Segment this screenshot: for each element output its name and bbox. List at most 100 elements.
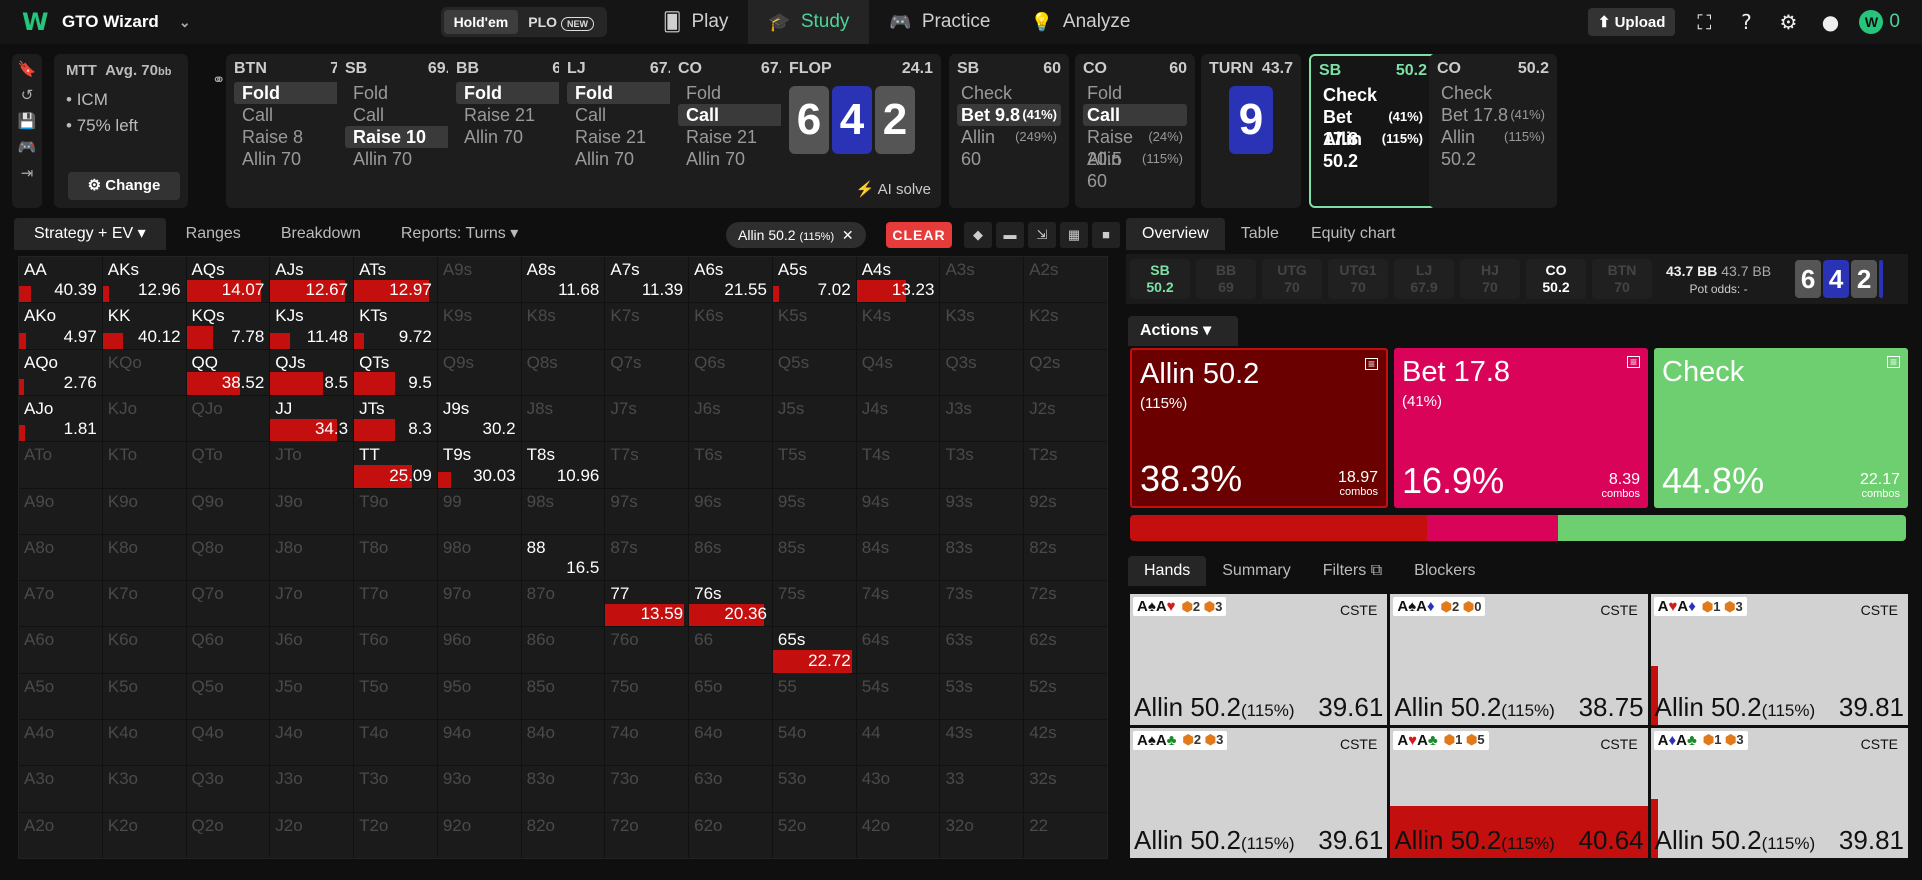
hand-cell[interactable]: 43o	[856, 766, 940, 812]
hand-cell[interactable]: 82o	[521, 812, 605, 858]
hand-combo[interactable]: A♠A♥ ⬢2 ⬢3 CSTE Allin 50.2(115%) 39.61	[1130, 594, 1388, 725]
hand-cell[interactable]: 55	[772, 673, 856, 720]
tab-reports[interactable]: Reports: Turns ▾	[381, 218, 538, 250]
hand-cell[interactable]: AA 40.39	[19, 257, 102, 303]
hand-cell[interactable]: Q3o	[186, 766, 270, 812]
hand-cell[interactable]: A5o	[19, 673, 102, 720]
note-icon[interactable]: ≡	[1627, 356, 1640, 368]
hand-cell[interactable]: 64s	[856, 627, 940, 673]
hand-cell[interactable]: 53s	[940, 673, 1024, 720]
hand-cell[interactable]: T6o	[354, 627, 437, 673]
node-option[interactable]: Fold	[456, 82, 570, 104]
hand-cell[interactable]: QTs 9.5	[354, 349, 437, 395]
link-icon[interactable]: ⚭	[212, 70, 225, 90]
bookmark-icon[interactable]: 🔖	[18, 60, 37, 78]
node-option[interactable]: Check	[1437, 82, 1549, 104]
seat-sb[interactable]: SB 50.2	[1130, 259, 1190, 299]
hand-cell[interactable]: J6o	[270, 627, 354, 673]
node-option[interactable]: Raise 10	[345, 126, 459, 148]
hand-cell[interactable]: Q6o	[186, 627, 270, 673]
chevron-down-icon[interactable]: ⌄	[179, 14, 191, 31]
hand-cell[interactable]: 75o	[605, 673, 689, 720]
hand-cell[interactable]: J5o	[270, 673, 354, 720]
hand-cell[interactable]: Q3s	[940, 349, 1024, 395]
hand-cell[interactable]: AJo 1.81	[19, 395, 102, 442]
tab-filters[interactable]: Filters ⧉	[1307, 556, 1398, 586]
node-option[interactable]: Bet 17.8 (41%)	[1319, 106, 1427, 149]
hand-cell[interactable]: Q8s	[521, 349, 605, 395]
hand-cell[interactable]: 87s	[605, 534, 689, 581]
node-option[interactable]: Allin 50.2 (115%)	[1437, 126, 1549, 169]
hand-cell[interactable]: Q7o	[186, 581, 270, 627]
tab-blockers[interactable]: Blockers	[1398, 556, 1491, 586]
history-icon[interactable]: ↺	[21, 86, 34, 104]
hand-cell[interactable]: Q5s	[772, 349, 856, 395]
hand-cell[interactable]: J6s	[689, 395, 772, 442]
hand-cell[interactable]: Q4o	[186, 720, 270, 766]
hand-cell[interactable]: J8s	[521, 395, 605, 442]
hand-cell[interactable]: T5o	[354, 673, 437, 720]
node-option[interactable]: Bet 17.8 (41%)	[1437, 104, 1549, 126]
app-logo[interactable]: W GTO Wizard ⌄	[22, 10, 191, 34]
hand-cell[interactable]: A3s	[940, 257, 1024, 303]
hand-cell[interactable]: 53o	[772, 766, 856, 812]
hand-cell[interactable]: T8s 10.96	[521, 442, 605, 488]
hand-cell[interactable]: K7s	[605, 303, 689, 349]
node-option[interactable]: Allin 70	[456, 126, 570, 148]
hand-cell[interactable]: 33	[940, 766, 1024, 812]
node-option[interactable]: Raise 8	[234, 126, 348, 148]
hand-cell[interactable]: 93o	[437, 766, 521, 812]
hand-cell[interactable]: K2s	[1024, 303, 1107, 349]
hand-cell[interactable]: K8s	[521, 303, 605, 349]
seat-hj[interactable]: HJ 70	[1460, 259, 1520, 299]
hand-combo[interactable]: A♠A♦ ⬢2 ⬢0 CSTE Allin 50.2(115%) 38.75	[1390, 594, 1648, 725]
hand-cell[interactable]: 92o	[437, 812, 521, 858]
next-node[interactable]: CO 50.2 Check Bet 17.8 (41%) Allin 50.2 (115%)	[1429, 54, 1557, 208]
tab-table[interactable]: Table	[1225, 218, 1295, 250]
ai-solve-button[interactable]: ⚡ AI solve	[856, 180, 931, 198]
hand-cell[interactable]: A9o	[19, 488, 102, 534]
hand-cell[interactable]: 54s	[856, 673, 940, 720]
hand-cell[interactable]: A4o	[19, 720, 102, 766]
action-card-allin[interactable]: Allin 50.2 (115%) ≡ 38.3% 18.97 combos	[1130, 348, 1388, 508]
hand-cell[interactable]: JTo	[270, 442, 354, 488]
view-split-icon[interactable]: ▬	[996, 222, 1024, 248]
hand-cell[interactable]: J8o	[270, 534, 354, 581]
hand-cell[interactable]: J4s	[856, 395, 940, 442]
action-card-bet[interactable]: Bet 17.8 (41%) ≡ 16.9% 8.39 combos	[1394, 348, 1648, 508]
close-icon[interactable]: ✕	[842, 227, 854, 243]
hand-cell[interactable]: 98o	[437, 534, 521, 581]
hand-cell[interactable]: 83s	[940, 534, 1024, 581]
node-option[interactable]: Bet 9.8 (41%)	[957, 104, 1061, 126]
hand-cell[interactable]: A8s 11.68	[521, 257, 605, 303]
node-option[interactable]: Allin 70	[567, 148, 681, 170]
hand-cell[interactable]: 74s	[856, 581, 940, 627]
hand-cell[interactable]: 84s	[856, 534, 940, 581]
hand-combo[interactable]: A♥A♣ ⬢1 ⬢5 CSTE Allin 50.2(115%) 40.64	[1390, 727, 1648, 858]
holdem-option[interactable]: Hold'em	[443, 10, 519, 34]
hand-cell[interactable]: Q8o	[186, 534, 270, 581]
hand-cell[interactable]: Q9o	[186, 488, 270, 534]
hand-cell[interactable]: A4s 13.23	[856, 257, 940, 303]
hand-cell[interactable]: QTo	[186, 442, 270, 488]
hand-cell[interactable]: K9o	[102, 488, 186, 534]
hand-cell[interactable]: T4o	[354, 720, 437, 766]
node-option[interactable]: Allin 70	[678, 148, 792, 170]
hand-cell[interactable]: K9s	[437, 303, 521, 349]
hand-cell[interactable]: Q2s	[1024, 349, 1107, 395]
hand-cell[interactable]: K6s	[689, 303, 772, 349]
hand-cell[interactable]: QQ 38.52	[186, 349, 270, 395]
hand-cell[interactable]: 94o	[437, 720, 521, 766]
seat-btn[interactable]: BTN 70	[1592, 259, 1652, 299]
hand-cell[interactable]: K5o	[102, 673, 186, 720]
node-option[interactable]: Call	[1083, 104, 1187, 126]
hand-cell[interactable]: 75s	[772, 581, 856, 627]
hand-cell[interactable]: 82s	[1024, 534, 1107, 581]
node-option[interactable]: Allin 70	[234, 148, 348, 170]
hand-cell[interactable]: TT 25.09	[354, 442, 437, 488]
hand-cell[interactable]: T2s	[1024, 442, 1107, 488]
hand-combo[interactable]: A♥A♦ ⬢1 ⬢3 CSTE Allin 50.2(115%) 39.81	[1650, 594, 1908, 725]
view-3d-icon[interactable]: ◆	[964, 222, 992, 248]
node-option[interactable]: Call	[345, 104, 459, 126]
tab-hands[interactable]: Hands	[1128, 556, 1207, 586]
